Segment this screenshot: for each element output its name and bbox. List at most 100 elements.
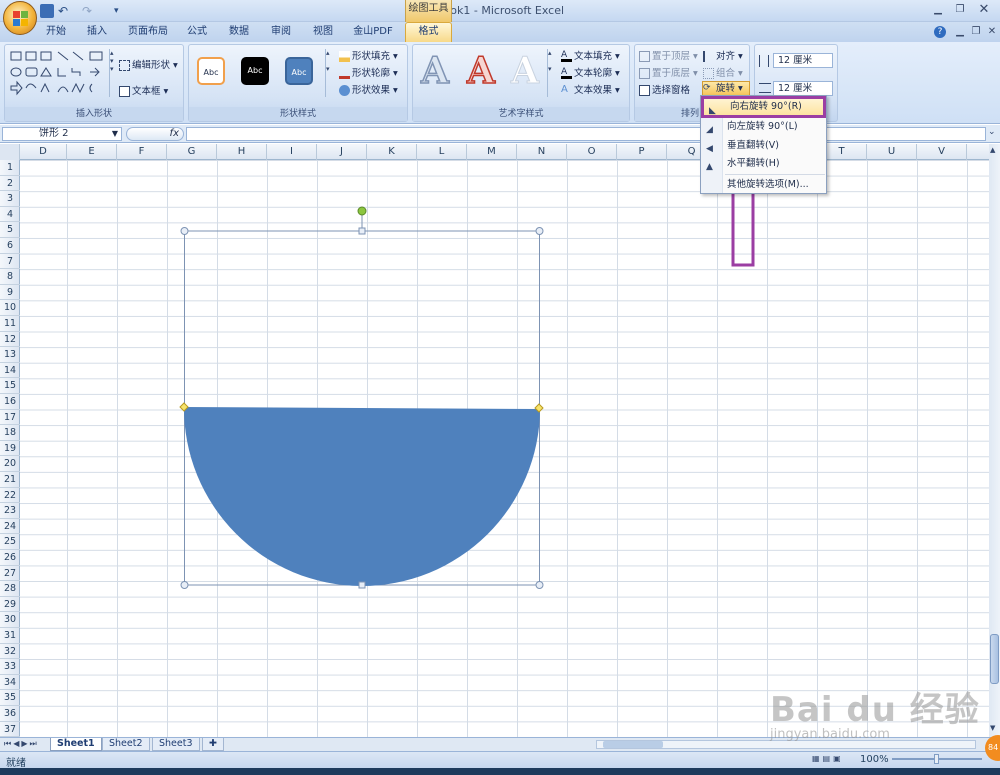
help-icon[interactable]: ? — [934, 26, 946, 38]
workbook-close-button[interactable]: ✕ — [984, 26, 1000, 38]
scroll-thumb[interactable] — [990, 634, 999, 684]
gallery-scroll[interactable]: ▴ ▾ — [547, 49, 555, 97]
rotate-button[interactable]: ⟳ 旋转 ▾ — [702, 81, 750, 96]
row-header[interactable]: 8 — [0, 269, 20, 285]
column-header[interactable]: K — [367, 144, 417, 160]
row-header[interactable]: 18 — [0, 425, 20, 441]
row-header[interactable]: 6 — [0, 238, 20, 254]
column-header[interactable]: H — [217, 144, 267, 160]
restore-button[interactable]: ❐ — [952, 4, 968, 16]
column-header[interactable]: I — [267, 144, 317, 160]
zoom-level[interactable]: 100% — [860, 754, 889, 765]
column-header[interactable]: D — [20, 144, 67, 160]
row-header[interactable]: 17 — [0, 410, 20, 426]
row-header[interactable]: 37 — [0, 722, 20, 738]
row-header[interactable]: 1 — [0, 160, 20, 176]
office-button[interactable] — [3, 1, 37, 35]
h-scroll-thumb[interactable] — [603, 741, 663, 748]
shape-style-1[interactable]: Abc — [197, 57, 225, 85]
row-header[interactable]: 9 — [0, 285, 20, 301]
text-box-button[interactable]: 文本框 ▾ — [119, 83, 168, 97]
shape-height-input[interactable]: 12 厘米 — [773, 53, 833, 68]
shape-gallery[interactable] — [8, 48, 116, 100]
column-header[interactable]: O — [567, 144, 617, 160]
shape-width-input[interactable]: 12 厘米 — [773, 81, 833, 96]
zoom-slider-thumb[interactable] — [934, 754, 939, 764]
text-effects-button[interactable]: A 文本效果 ▾ — [561, 82, 620, 97]
row-header[interactable]: 3 — [0, 191, 20, 207]
flip-vertical-item[interactable]: ◀ 垂直翻转(V) — [701, 136, 826, 155]
row-header[interactable]: 11 — [0, 316, 20, 332]
row-header[interactable]: 7 — [0, 254, 20, 270]
row-header[interactable]: 25 — [0, 534, 20, 550]
row-header[interactable]: 14 — [0, 363, 20, 379]
shape-style-3[interactable]: Abc — [285, 57, 313, 85]
send-to-back-button[interactable]: 置于底层 ▾ — [639, 65, 698, 79]
shape-outline-button[interactable]: 形状轮廓 ▾ — [339, 65, 398, 79]
name-box[interactable]: 饼形 2 ▼ — [2, 127, 122, 141]
sheet-nav-arrows[interactable]: ⏮◀▶⏭ — [4, 739, 39, 749]
tab-data[interactable]: 数据 — [224, 24, 254, 40]
bring-to-front-button[interactable]: 置于顶层 ▾ — [639, 48, 698, 62]
row-header[interactable]: 5 — [0, 222, 20, 238]
edit-shape-button[interactable]: 编辑形状 ▾ — [119, 57, 178, 71]
tab-page-layout[interactable]: 页面布局 — [124, 24, 172, 40]
tab-home[interactable]: 开始 — [40, 24, 72, 40]
row-header[interactable]: 2 — [0, 176, 20, 192]
rotate-left-90-item[interactable]: ◢ 向左旋转 90°(L) — [701, 117, 826, 136]
row-header[interactable]: 24 — [0, 519, 20, 535]
minimize-button[interactable]: ▁ — [930, 4, 946, 16]
workbook-restore-button[interactable]: ❐ — [968, 26, 984, 38]
expand-formula-icon[interactable]: ⌄ — [988, 127, 998, 141]
workbook-minimize-button[interactable]: ▁ — [952, 26, 968, 38]
row-header[interactable]: 10 — [0, 300, 20, 316]
gallery-scroll[interactable]: ▴ ▾ — [325, 49, 333, 97]
tab-formulas[interactable]: 公式 — [182, 24, 212, 40]
insert-function-button[interactable]: fx — [126, 127, 184, 141]
tab-insert[interactable]: 插入 — [82, 24, 112, 40]
row-header[interactable]: 26 — [0, 550, 20, 566]
column-header[interactable]: L — [417, 144, 467, 160]
row-header[interactable]: 35 — [0, 690, 20, 706]
column-header[interactable]: M — [467, 144, 517, 160]
row-header[interactable]: 23 — [0, 503, 20, 519]
cell-grid[interactable] — [20, 160, 989, 737]
group-objects-button[interactable]: 组合 ▾ — [703, 65, 743, 79]
sheet-tab-2[interactable]: Sheet2 — [102, 738, 150, 751]
sheet-tab-1[interactable]: Sheet1 — [50, 738, 102, 751]
rotate-right-90-item[interactable]: ◣ 向右旋转 90°(R) — [701, 96, 826, 118]
align-button[interactable]: 对齐 ▾ — [703, 48, 743, 62]
formula-input[interactable] — [186, 127, 986, 141]
shape-effects-button[interactable]: 形状效果 ▾ — [339, 82, 398, 96]
wordart-style-2[interactable]: A — [463, 50, 499, 92]
text-fill-button[interactable]: A 文本填充 ▾ — [561, 48, 620, 62]
selection-pane-button[interactable]: 选择窗格 — [639, 82, 690, 96]
column-header[interactable]: J — [317, 144, 367, 160]
column-header[interactable]: F — [117, 144, 167, 160]
row-header[interactable]: 12 — [0, 332, 20, 348]
row-header[interactable]: 28 — [0, 581, 20, 597]
vertical-scrollbar[interactable]: ▲ ▼ — [989, 144, 1000, 737]
flip-horizontal-item[interactable]: ▲ 水平翻转(H) — [701, 154, 826, 173]
zoom-slider[interactable] — [892, 754, 982, 764]
tab-format[interactable]: 格式 — [405, 22, 452, 42]
row-header[interactable]: 36 — [0, 706, 20, 722]
column-header[interactable]: E — [67, 144, 117, 160]
wordart-style-3[interactable]: A — [507, 51, 543, 92]
row-header[interactable]: 21 — [0, 472, 20, 488]
row-header[interactable]: 4 — [0, 207, 20, 223]
shape-fill-button[interactable]: 形状填充 ▾ — [339, 48, 398, 62]
view-buttons[interactable]: ▦▤▣ — [812, 754, 852, 765]
scroll-up-icon[interactable]: ▲ — [990, 146, 999, 155]
tab-view[interactable]: 视图 — [308, 24, 338, 40]
more-rotation-options-item[interactable]: 其他旋转选项(M)... — [701, 175, 826, 194]
column-header[interactable]: N — [517, 144, 567, 160]
row-header[interactable]: 16 — [0, 394, 20, 410]
chevron-down-icon[interactable]: ▼ — [112, 128, 118, 140]
row-header[interactable]: 20 — [0, 456, 20, 472]
shape-style-2[interactable]: Abc — [241, 57, 269, 85]
select-all-button[interactable] — [0, 144, 20, 160]
tab-kingsoft-pdf[interactable]: 金山PDF — [350, 24, 396, 40]
column-header[interactable]: U — [867, 144, 917, 160]
row-header[interactable]: 29 — [0, 597, 20, 613]
